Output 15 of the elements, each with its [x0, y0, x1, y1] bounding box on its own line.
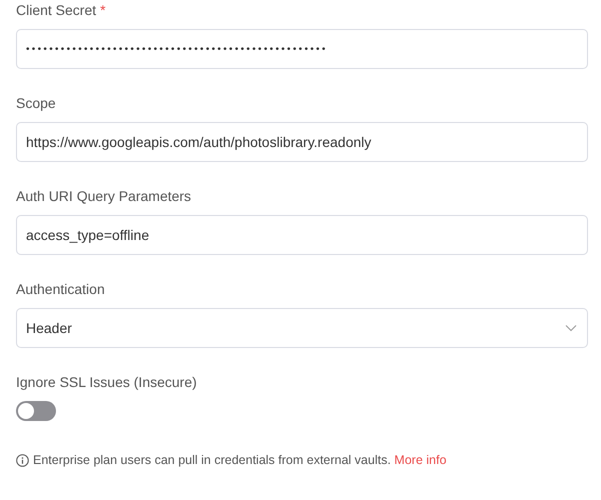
field-label: Authentication [16, 280, 105, 299]
field-label: Ignore SSL Issues (Insecure) [16, 373, 197, 392]
input-field[interactable]: •••••••••••••••••••••••••••••••••••••••••••••••••••• [16, 29, 588, 69]
chevron-down-icon [565, 324, 577, 332]
field-label: Scope [16, 94, 56, 113]
toggle-switch[interactable] [16, 401, 56, 421]
dropdown-field[interactable]: Header [16, 308, 588, 348]
field-label: Auth URI Query Parameters [16, 187, 192, 206]
info-icon [16, 454, 29, 467]
input-field[interactable]: access_type=offline [16, 215, 588, 255]
more-info-link[interactable]: More info [394, 453, 446, 467]
info-note: Enterprise plan users can pull in credentials from external vaults. More info [33, 452, 446, 469]
required-mark: * [100, 1, 106, 20]
field-label: Client Secret [16, 1, 96, 20]
input-field[interactable]: https://www.googleapis.com/auth/photoslibrary.readonly [16, 122, 588, 162]
